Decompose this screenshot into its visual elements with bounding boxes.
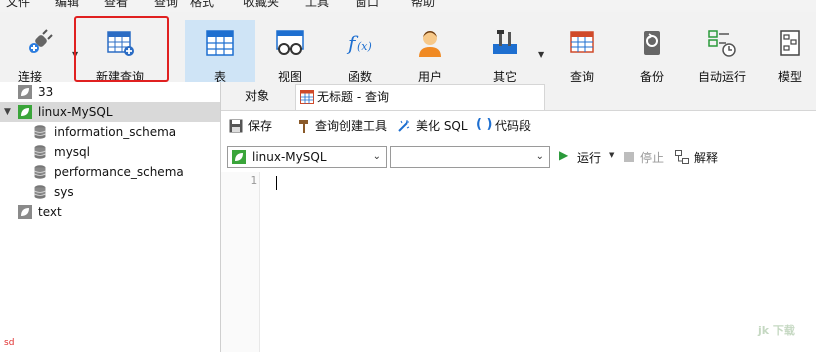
query-toolbar: 保存 查询创建工具 美化 SQL ( ) 代码段 xyxy=(221,112,816,142)
menu-window[interactable]: 窗口 xyxy=(355,0,379,9)
menu-favorites[interactable]: 收藏夹 xyxy=(243,0,279,9)
autorun-button[interactable]: 自动运行 xyxy=(690,20,754,84)
query-icon xyxy=(570,31,594,53)
hammer-icon xyxy=(299,120,308,133)
stop-label: 停止 xyxy=(640,151,665,165)
other-dropdown-icon[interactable]: ▼ xyxy=(538,50,544,59)
user-button[interactable]: 用户 xyxy=(400,20,460,84)
save-label: 保存 xyxy=(248,119,273,133)
tab-objects[interactable]: 对象 xyxy=(245,84,269,109)
view-icon xyxy=(276,30,304,55)
database-icon xyxy=(34,165,46,179)
line-number: 1 xyxy=(250,174,257,187)
connection-select-value: linux-MySQL xyxy=(252,150,327,164)
function-icon: f (x) xyxy=(346,31,372,55)
line-gutter: 1 xyxy=(221,172,260,352)
menu-bar: 文件 编辑 查看 查询 格式 收藏夹 工具 窗口 帮助 xyxy=(0,0,816,12)
run-label: 运行 xyxy=(577,151,602,165)
connection-select[interactable]: linux-MySQL ⌄ xyxy=(227,146,387,168)
query-tab-icon xyxy=(300,90,314,104)
code-snippet-label: 代码段 xyxy=(495,119,532,133)
beautify-sql-label: 美化 SQL xyxy=(416,119,468,133)
connect-button[interactable]: 连接 ▼ xyxy=(10,20,78,84)
svg-text:(x): (x) xyxy=(357,40,372,53)
database-select[interactable]: ⌄ xyxy=(390,146,550,168)
menu-view[interactable]: 查看 xyxy=(104,0,128,9)
database-icon xyxy=(34,125,46,139)
tree-connection-33[interactable]: 33 xyxy=(0,82,220,102)
menu-help[interactable]: 帮助 xyxy=(411,0,435,9)
connection-gray-icon xyxy=(18,85,32,99)
user-icon xyxy=(419,31,441,57)
play-icon: ▶ xyxy=(559,148,569,162)
highlight-box xyxy=(74,16,169,82)
tree-connection-text[interactable]: text xyxy=(0,202,220,222)
tab-label: 无标题 - 查询 xyxy=(317,90,389,104)
status-text: sd xyxy=(4,338,15,348)
tree-label: performance_schema xyxy=(54,165,184,179)
text-cursor xyxy=(276,176,277,190)
table-icon xyxy=(206,30,234,56)
tree-label: linux-MySQL xyxy=(38,105,113,119)
chevron-down-icon: ⌄ xyxy=(535,151,544,162)
tree-db-information-schema[interactable]: information_schema xyxy=(0,122,220,142)
menu-tools[interactable]: 工具 xyxy=(305,0,329,9)
watermark: jk 下载 xyxy=(758,324,795,337)
explain-label: 解释 xyxy=(694,151,719,165)
query-button[interactable]: 查询 xyxy=(552,20,612,84)
model-button[interactable]: 模型 xyxy=(764,20,816,84)
tree-label: text xyxy=(38,205,62,219)
other-button[interactable]: 其它 ▼ xyxy=(475,20,544,84)
save-icon xyxy=(229,119,243,133)
sql-editor[interactable]: 1 xyxy=(221,172,816,352)
database-icon xyxy=(34,145,46,159)
selector-row: linux-MySQL ⌄ ⌄ ▶ 运行 ▼ 停止 解释 xyxy=(221,142,816,170)
tab-bar: 对象 无标题 - 查询 xyxy=(221,82,816,111)
connection-green-icon xyxy=(232,150,246,164)
brackets-icon: ( ) xyxy=(476,117,493,132)
tree-connection-linux-mysql[interactable]: ▼ linux-MySQL xyxy=(0,102,220,122)
tree-label: information_schema xyxy=(54,125,177,139)
tab-untitled-query[interactable]: 无标题 - 查询 xyxy=(295,84,545,110)
tree-label: 33 xyxy=(38,85,54,99)
menu-query[interactable]: 查询 xyxy=(154,0,178,9)
collapse-arrow-icon[interactable]: ▼ xyxy=(4,102,11,122)
stop-icon xyxy=(624,152,634,162)
connection-green-icon xyxy=(18,105,32,119)
database-icon xyxy=(34,185,46,199)
tree-label: sys xyxy=(54,185,74,199)
function-button[interactable]: f (x) 函数 xyxy=(330,20,390,84)
menu-format[interactable]: 格式 xyxy=(190,0,214,9)
magic-wand-icon xyxy=(398,120,410,132)
table-button[interactable]: 表 xyxy=(185,20,255,86)
explain-icon xyxy=(675,150,689,164)
view-button[interactable]: 视图 xyxy=(260,20,320,84)
connection-tree: 33 ▼ linux-MySQL information_schema mysq… xyxy=(0,82,221,352)
query-pane: 对象 无标题 - 查询 保存 查询创建工具 美化 SQL () 代码段 lin… xyxy=(221,82,816,352)
query-builder-label: 查询创建工具 xyxy=(315,119,388,133)
tools-icon xyxy=(493,30,517,54)
tree-db-sys[interactable]: sys xyxy=(0,182,220,202)
backup-icon xyxy=(644,31,660,55)
menu-file[interactable]: 文件 xyxy=(6,0,30,9)
plug-icon xyxy=(29,29,53,54)
tree-db-performance-schema[interactable]: performance_schema xyxy=(0,162,220,182)
tree-label: mysql xyxy=(54,145,90,159)
backup-button[interactable]: 备份 xyxy=(622,20,682,84)
tree-db-mysql[interactable]: mysql xyxy=(0,142,220,162)
schedule-icon xyxy=(708,30,736,57)
run-dropdown-icon[interactable]: ▼ xyxy=(609,151,614,159)
connection-gray-icon xyxy=(18,205,32,219)
tab-label: 对象 xyxy=(245,89,270,103)
menu-edit[interactable]: 编辑 xyxy=(55,0,79,9)
chevron-down-icon: ⌄ xyxy=(372,151,381,162)
model-icon xyxy=(780,30,800,56)
